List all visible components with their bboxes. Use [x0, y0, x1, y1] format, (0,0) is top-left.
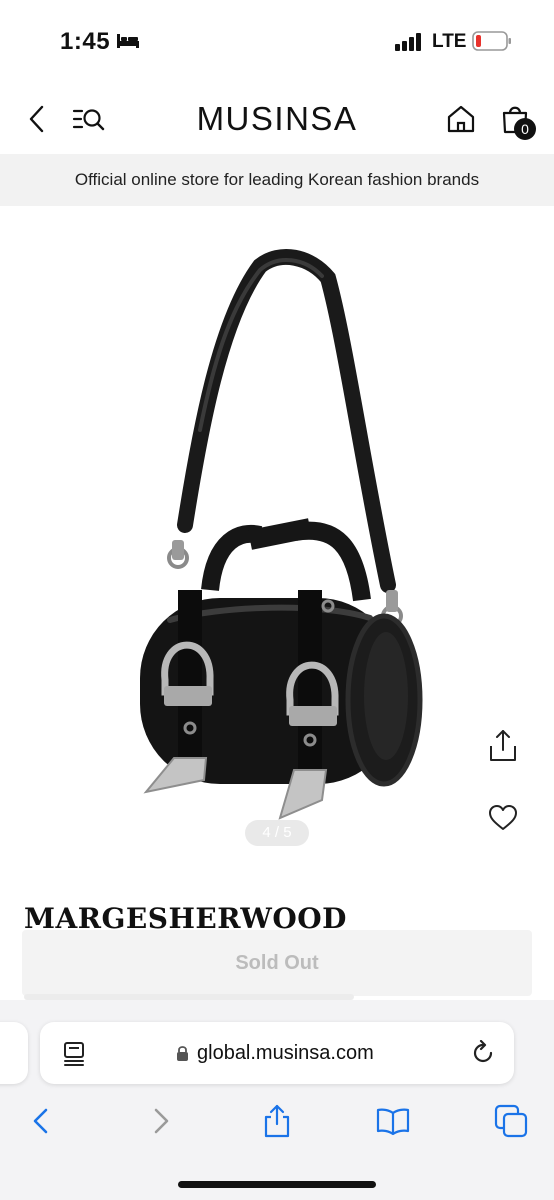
home-indicator [178, 1181, 376, 1188]
app-header: MUSINSA [0, 84, 554, 154]
home-button[interactable] [442, 100, 480, 138]
signal-icon [395, 33, 421, 51]
previous-tab-card[interactable] [0, 1022, 28, 1084]
share-icon[interactable] [486, 728, 520, 764]
address-bar[interactable]: global.musinsa.com [40, 1022, 514, 1084]
forward-arrow-icon[interactable] [144, 1104, 178, 1138]
bed-icon [117, 34, 139, 48]
image-page-indicator: 4 / 5 [245, 820, 309, 846]
lock-icon [177, 1046, 188, 1061]
url-text[interactable]: global.musinsa.com [197, 1042, 374, 1065]
sold-out-button: Sold Out [22, 930, 532, 996]
tabs-icon[interactable] [494, 1104, 528, 1138]
status-time: 1:45 [60, 28, 111, 55]
battery-low-icon [472, 31, 511, 51]
heart-icon[interactable] [488, 804, 518, 832]
reload-icon[interactable] [470, 1040, 496, 1066]
cart-count-badge: 0 [514, 118, 536, 140]
product-image[interactable] [100, 240, 460, 830]
status-bar: 1:45 LTE [0, 0, 554, 80]
promo-banner: Official online store for leading Korean… [0, 154, 554, 206]
reader-icon[interactable] [62, 1041, 86, 1067]
bookmarks-icon[interactable] [376, 1104, 410, 1138]
back-arrow-icon[interactable] [24, 1104, 58, 1138]
share-icon[interactable] [260, 1104, 294, 1138]
network-label: LTE [432, 31, 467, 52]
home-icon [447, 105, 475, 133]
